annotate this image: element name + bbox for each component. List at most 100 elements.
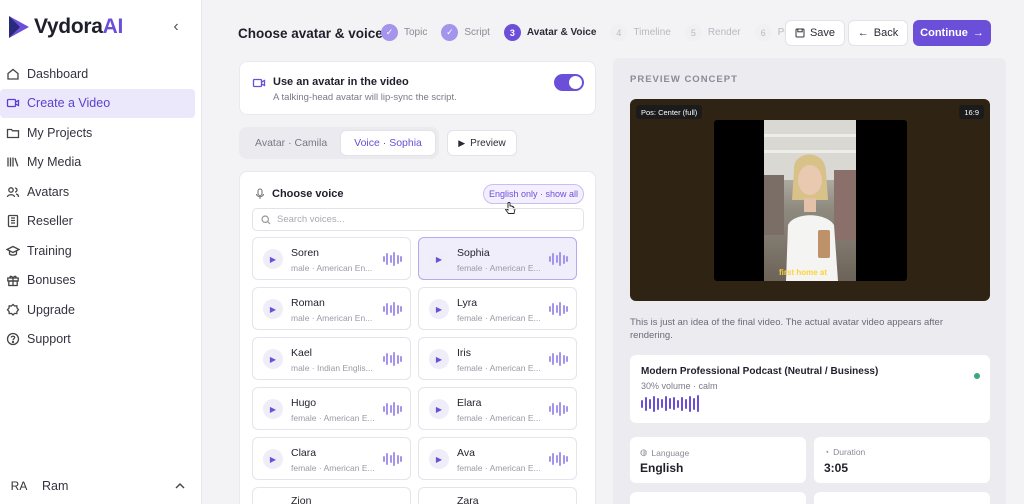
language-filter-toggle[interactable]: English only · show all [483, 184, 584, 204]
voice-tile-kael[interactable]: ▶ Kael male · Indian Englis... [252, 337, 411, 380]
tab-avatar[interactable]: Avatar · Camila [242, 130, 340, 156]
voice-tile-zion[interactable]: Zion [252, 487, 411, 504]
brand-logo[interactable]: VydoraAI [8, 14, 123, 40]
save-button[interactable]: Save [785, 20, 845, 46]
voice-tile-soren[interactable]: ▶ Soren male · American En... [252, 237, 411, 280]
voice-tile-elara[interactable]: ▶ Elara female · American E... [418, 387, 577, 430]
play-icon[interactable]: ▶ [263, 299, 283, 319]
voice-name: Hugo [291, 397, 317, 409]
play-icon[interactable]: ▶ [263, 449, 283, 469]
video-preview[interactable]: Pos: Center (full) 16:9 first home at [630, 99, 990, 301]
voice-tile-roman[interactable]: ▶ Roman male · American En... [252, 287, 411, 330]
music-meta: 30% volume · calm [641, 381, 718, 391]
play-icon[interactable]: ▶ [429, 449, 449, 469]
avatar-video-frame: first home at [714, 120, 907, 281]
voice-tile-clara[interactable]: ▶ Clara female · American E... [252, 437, 411, 480]
avatar-toggle-card: Use an avatar in the video A talking-hea… [239, 61, 596, 115]
sidebar-item-avatars[interactable]: Avatars [0, 177, 196, 207]
user-menu[interactable]: RA Ram [0, 468, 202, 504]
step-render[interactable]: 5 Render [684, 24, 741, 41]
waveform-icon [382, 352, 402, 366]
tab-voice[interactable]: Voice · Sophia [340, 130, 436, 156]
preview-button[interactable]: ▶ Preview [447, 130, 517, 156]
avatar-toggle-switch[interactable] [554, 74, 584, 91]
graduation-icon [6, 244, 20, 258]
sidebar-item-reseller[interactable]: Reseller [0, 207, 196, 237]
logo-mark-icon [9, 16, 29, 38]
step-script[interactable]: ✓ Script [441, 24, 490, 41]
sidebar-item-support[interactable]: Support [0, 325, 196, 355]
voice-tile-zara[interactable]: Zara [418, 487, 577, 504]
sidebar-item-bonuses[interactable]: Bonuses [0, 266, 196, 296]
mic-icon [255, 188, 265, 199]
avatar-toggle-subtitle: A talking-head avatar will lip-sync the … [273, 92, 457, 103]
sidebar-item-dashboard[interactable]: Dashboard [0, 59, 196, 89]
sidebar-item-label: Upgrade [27, 302, 75, 317]
play-icon[interactable]: ▶ [429, 249, 449, 269]
users-icon [6, 185, 20, 199]
play-icon[interactable]: ▶ [263, 349, 283, 369]
step-topic[interactable]: ✓ Topic [381, 24, 427, 41]
play-icon[interactable]: ▶ [429, 299, 449, 319]
info-card-voice [814, 492, 990, 504]
music-title: Modern Professional Podcast (Neutral / B… [641, 366, 879, 377]
step-avatar-voice[interactable]: 3 Avatar & Voice [503, 24, 597, 41]
play-icon[interactable]: ▶ [429, 349, 449, 369]
play-icon[interactable]: ▶ [429, 399, 449, 419]
page-header: Choose avatar & voice ✓ Topic ✓ Script 3 Av… [202, 0, 1024, 64]
arrow-left-icon: ← [857, 27, 869, 39]
back-label: Back [873, 27, 899, 39]
step-timeline[interactable]: 4 Timeline [610, 24, 671, 41]
globe-icon: ◍ [640, 447, 648, 457]
voice-meta: female · American E... [457, 313, 541, 323]
voice-tile-sophia[interactable]: ▶ Sophia female · American E... [418, 237, 577, 280]
step-label: Avatar & Voice [526, 27, 597, 38]
collapse-sidebar-icon[interactable]: ‹ [168, 18, 184, 36]
voice-meta: female · American E... [291, 463, 375, 473]
sidebar-item-my-media[interactable]: My Media [0, 148, 196, 178]
video-caption: first home at [779, 268, 828, 277]
avatar: RA [10, 479, 28, 493]
user-name: Ram [42, 479, 69, 493]
voice-name: Roman [291, 297, 325, 309]
save-icon [795, 28, 805, 38]
sidebar-item-label: Training [27, 243, 72, 258]
sidebar-item-create-video[interactable]: Create a Video [0, 88, 195, 118]
back-button[interactable]: ← Back [848, 20, 908, 46]
voice-search-field[interactable]: Search voices... [252, 208, 584, 231]
voice-tile-lyra[interactable]: ▶ Lyra female · American E... [418, 287, 577, 330]
status-dot [974, 373, 980, 379]
sidebar-item-upgrade[interactable]: Upgrade [0, 295, 196, 325]
info-card-avatar [630, 492, 806, 504]
avatar-toggle-title: Use an avatar in the video [273, 76, 409, 88]
voice-meta: female · American E... [457, 413, 541, 423]
sidebar-item-training[interactable]: Training [0, 236, 196, 266]
clock-icon: ◔ [824, 447, 830, 457]
voice-tile-iris[interactable]: ▶ Iris female · American E... [418, 337, 577, 380]
sidebar-item-label: Avatars [27, 184, 70, 199]
folder-icon [6, 126, 20, 140]
info-card-language: ◍ Language English [630, 437, 806, 483]
building-icon [6, 214, 20, 228]
preview-label: Preview [470, 137, 506, 149]
music-track-card[interactable]: Modern Professional Podcast (Neutral / B… [630, 355, 990, 423]
step-number: 6 [754, 24, 772, 41]
library-icon [6, 155, 20, 169]
voice-tile-hugo[interactable]: ▶ Hugo female · American E... [252, 387, 411, 430]
sidebar-item-label: Reseller [27, 214, 73, 229]
voice-picker-title: Choose voice [272, 188, 344, 200]
continue-button[interactable]: Continue → [913, 20, 991, 46]
sidebar-item-label: Create a Video [27, 96, 111, 111]
video-icon [6, 96, 20, 110]
arrow-right-icon: → [972, 27, 984, 39]
step-label: Timeline [633, 27, 671, 38]
sidebar-item-my-projects[interactable]: My Projects [0, 118, 196, 148]
play-icon[interactable]: ▶ [263, 399, 283, 419]
play-icon[interactable]: ▶ [263, 249, 283, 269]
voice-tile-ava[interactable]: ▶ Ava female · American E... [418, 437, 577, 480]
voice-meta: female · American E... [457, 263, 541, 273]
voice-meta: female · American E... [457, 363, 541, 373]
brand-name: VydoraAI [34, 15, 124, 38]
page-title: Choose avatar & voice [238, 26, 383, 41]
step-number: 3 [503, 24, 521, 41]
